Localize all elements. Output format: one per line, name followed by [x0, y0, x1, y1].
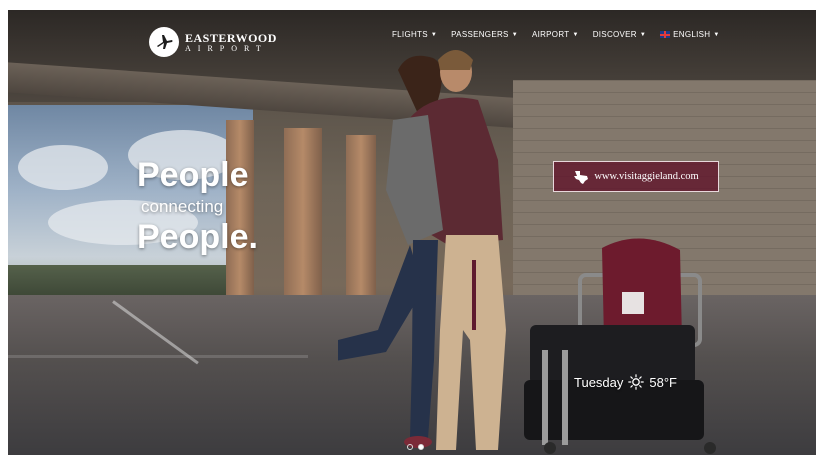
- uk-flag-icon: [660, 31, 671, 38]
- brand-logo[interactable]: EASTERWOOD AIRPORT: [149, 27, 277, 57]
- tree-line: [8, 265, 253, 297]
- nav-item-airport[interactable]: AIRPORT ▼: [532, 30, 579, 39]
- nav-item-label: PASSENGERS: [451, 30, 509, 39]
- nav-item-discover[interactable]: DISCOVER ▼: [593, 30, 646, 39]
- nav-item-language[interactable]: ENGLISH ▼: [660, 30, 719, 39]
- chevron-down-icon: ▼: [572, 31, 579, 38]
- brick-pillar: [284, 128, 322, 318]
- weather-widget: Tuesday 58°F: [574, 374, 677, 390]
- brand-name: EASTERWOOD: [185, 30, 277, 45]
- luggage-cart: [524, 238, 716, 454]
- nav-item-passengers[interactable]: PASSENGERS ▼: [451, 30, 518, 39]
- sun-icon: [628, 374, 645, 390]
- brand-wordmark: EASTERWOOD AIRPORT: [185, 32, 277, 53]
- brand-subtitle: AIRPORT: [185, 43, 268, 53]
- hero-line-1: People: [137, 156, 249, 194]
- carousel-dots: [407, 444, 424, 450]
- nav-item-label: ENGLISH: [673, 30, 711, 39]
- hero-headline: People connecting People.: [137, 158, 258, 254]
- hero-banner: EASTERWOOD AIRPORT FLIGHTS ▼ PASSENGERS …: [8, 10, 816, 455]
- nav-item-flights[interactable]: FLIGHTS ▼: [392, 30, 437, 39]
- nav-item-label: FLIGHTS: [392, 30, 428, 39]
- couple-photo: [338, 50, 506, 450]
- plane-logo-icon: [149, 27, 179, 57]
- hero-line-2: connecting: [141, 197, 224, 216]
- texas-state-icon: [574, 170, 589, 184]
- hero-line-3: People.: [137, 218, 258, 256]
- carousel-dot-active[interactable]: [418, 444, 424, 450]
- chevron-down-icon: ▼: [639, 31, 647, 38]
- chevron-down-icon: ▼: [713, 31, 720, 38]
- visit-aggieland-button[interactable]: www.visitaggieland.com: [553, 161, 719, 192]
- weather-temperature: 58°F: [649, 374, 677, 390]
- chevron-down-icon: ▼: [430, 31, 438, 38]
- main-nav: FLIGHTS ▼ PASSENGERS ▼ AIRPORT ▼ DISCOVE…: [392, 30, 720, 39]
- weather-day: Tuesday: [574, 374, 624, 390]
- nav-item-label: DISCOVER: [592, 30, 637, 39]
- carousel-dot[interactable]: [407, 444, 413, 450]
- chevron-down-icon: ▼: [511, 31, 518, 38]
- nav-item-label: AIRPORT: [531, 30, 570, 39]
- visit-aggieland-label: www.visitaggieland.com: [594, 171, 699, 182]
